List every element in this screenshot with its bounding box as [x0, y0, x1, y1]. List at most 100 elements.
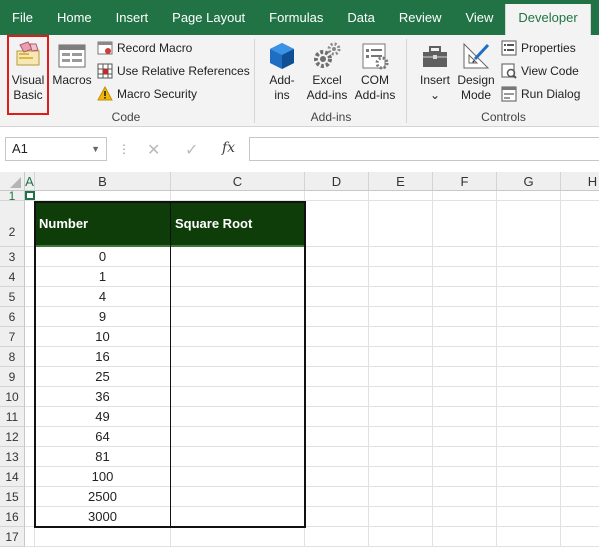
cell-f14[interactable]	[433, 467, 497, 487]
cell-g4[interactable]	[497, 267, 561, 287]
cell-f11[interactable]	[433, 407, 497, 427]
cell-f3[interactable]	[433, 247, 497, 267]
row-header-9[interactable]: 9	[0, 367, 25, 387]
cell-a17[interactable]	[25, 527, 35, 547]
cell-a6[interactable]	[25, 307, 35, 327]
tab-formulas[interactable]: Formulas	[257, 0, 335, 35]
number-cell[interactable]: 100	[35, 467, 171, 487]
row-header-13[interactable]: 13	[0, 447, 25, 467]
cell-f6[interactable]	[433, 307, 497, 327]
chevron-down-icon[interactable]: ▼	[91, 138, 100, 160]
cell-g8[interactable]	[497, 347, 561, 367]
cell-d9[interactable]	[305, 367, 369, 387]
cell-a2[interactable]	[25, 201, 35, 247]
cell-h15[interactable]	[561, 487, 599, 507]
cell-h6[interactable]	[561, 307, 599, 327]
cell-f5[interactable]	[433, 287, 497, 307]
view-code-button[interactable]: View Code	[501, 61, 579, 81]
tab-insert[interactable]: Insert	[104, 0, 161, 35]
number-cell[interactable]: 81	[35, 447, 171, 467]
cell-h4[interactable]	[561, 267, 599, 287]
cell-d17[interactable]	[305, 527, 369, 547]
cell-e6[interactable]	[369, 307, 433, 327]
cell-g2[interactable]	[497, 201, 561, 247]
cell-c9[interactable]	[171, 367, 305, 387]
cell-h16[interactable]	[561, 507, 599, 527]
cell-c17[interactable]	[171, 527, 305, 547]
cell-g7[interactable]	[497, 327, 561, 347]
cell-f1[interactable]	[433, 191, 497, 201]
cell-a8[interactable]	[25, 347, 35, 367]
name-box[interactable]: A1 ▼	[5, 137, 107, 161]
number-cell[interactable]: 2500	[35, 487, 171, 507]
cell-a7[interactable]	[25, 327, 35, 347]
cell-e10[interactable]	[369, 387, 433, 407]
row-header-1[interactable]: 1	[0, 190, 25, 202]
cell-d13[interactable]	[305, 447, 369, 467]
insert-function-icon[interactable]: fx	[222, 140, 235, 156]
cell-c1[interactable]	[171, 191, 305, 201]
number-cell[interactable]: 9	[35, 307, 171, 327]
cell-g9[interactable]	[497, 367, 561, 387]
cell-g6[interactable]	[497, 307, 561, 327]
cell-h11[interactable]	[561, 407, 599, 427]
cell-h8[interactable]	[561, 347, 599, 367]
cell-h3[interactable]	[561, 247, 599, 267]
column-header-a[interactable]: A	[25, 172, 35, 191]
cell-a9[interactable]	[25, 367, 35, 387]
cell-a16[interactable]	[25, 507, 35, 527]
cell-g12[interactable]	[497, 427, 561, 447]
cell-a3[interactable]	[25, 247, 35, 267]
com-addins-button[interactable]: COM Add-ins	[352, 35, 398, 103]
cell-c15[interactable]	[171, 487, 305, 507]
row-header-16[interactable]: 16	[0, 507, 25, 527]
run-dialog-button[interactable]: Run Dialog	[501, 84, 580, 104]
number-cell[interactable]: 1	[35, 267, 171, 287]
row-header-11[interactable]: 11	[0, 407, 25, 427]
cell-c7[interactable]	[171, 327, 305, 347]
addins-button[interactable]: Add- ins	[264, 35, 300, 103]
cell-f12[interactable]	[433, 427, 497, 447]
tab-developer[interactable]: Developer	[505, 4, 591, 35]
row-header-4[interactable]: 4	[0, 267, 25, 287]
number-cell[interactable]: 10	[35, 327, 171, 347]
worksheet-grid[interactable]: A B C D E F G H 1 2 3 4 5 6 7 8 9 10 11 12 13 14 15 16 17 Number S…	[0, 172, 599, 553]
formula-input[interactable]	[249, 137, 599, 161]
cell-d14[interactable]	[305, 467, 369, 487]
cell-a4[interactable]	[25, 267, 35, 287]
cell-a14[interactable]	[25, 467, 35, 487]
excel-addins-button[interactable]: Excel Add-ins	[304, 35, 350, 103]
cell-e8[interactable]	[369, 347, 433, 367]
cell-e9[interactable]	[369, 367, 433, 387]
cell-f9[interactable]	[433, 367, 497, 387]
cell-a10[interactable]	[25, 387, 35, 407]
cell-c13[interactable]	[171, 447, 305, 467]
column-header-g[interactable]: G	[497, 172, 561, 191]
cell-c8[interactable]	[171, 347, 305, 367]
number-cell[interactable]: 25	[35, 367, 171, 387]
cell-d3[interactable]	[305, 247, 369, 267]
cell-f16[interactable]	[433, 507, 497, 527]
cell-c10[interactable]	[171, 387, 305, 407]
cell-c3[interactable]	[171, 247, 305, 267]
cell-g11[interactable]	[497, 407, 561, 427]
cell-h1[interactable]	[561, 191, 599, 201]
cell-h7[interactable]	[561, 327, 599, 347]
cell-f10[interactable]	[433, 387, 497, 407]
cell-e1[interactable]	[369, 191, 433, 201]
tab-page-layout[interactable]: Page Layout	[160, 0, 257, 35]
column-header-f[interactable]: F	[433, 172, 497, 191]
cell-c5[interactable]	[171, 287, 305, 307]
number-cell[interactable]: 3000	[35, 507, 171, 527]
number-cell[interactable]: 49	[35, 407, 171, 427]
cell-h10[interactable]	[561, 387, 599, 407]
row-header-5[interactable]: 5	[0, 287, 25, 307]
cell-f8[interactable]	[433, 347, 497, 367]
cell-d15[interactable]	[305, 487, 369, 507]
row-header-7[interactable]: 7	[0, 327, 25, 347]
macros-button[interactable]: Macros	[52, 35, 92, 88]
cell-h5[interactable]	[561, 287, 599, 307]
cell-a12[interactable]	[25, 427, 35, 447]
column-header-e[interactable]: E	[369, 172, 433, 191]
cell-h14[interactable]	[561, 467, 599, 487]
